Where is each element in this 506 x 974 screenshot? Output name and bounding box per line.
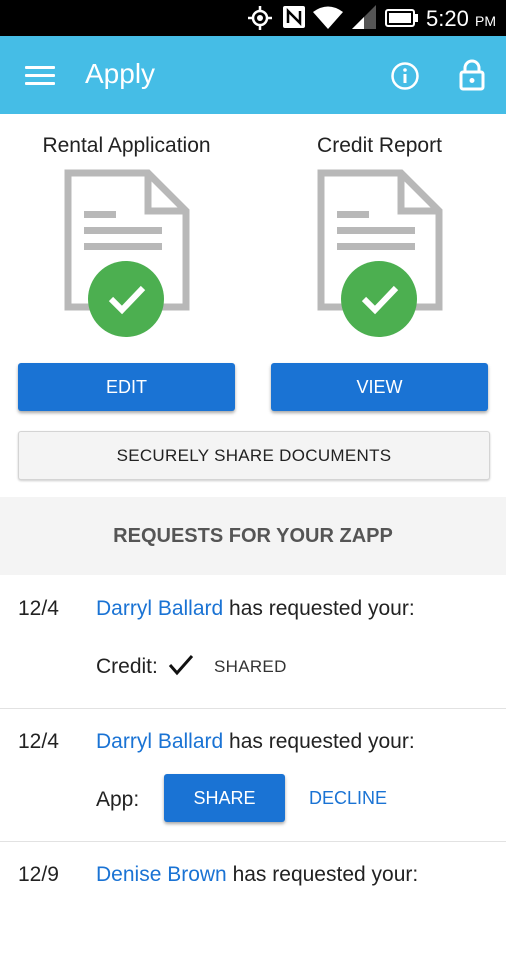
check-icon [168,655,194,676]
request-item: 12/4 Darryl Ballard has requested your: … [0,708,506,842]
view-button[interactable]: VIEW [271,363,488,411]
request-text: Darryl Ballard has requested your: [96,730,415,754]
doc-title: Credit Report [317,134,442,157]
request-item: 12/9 Denise Brown has requested your: [0,841,506,974]
info-icon[interactable] [390,61,420,91]
wifi-icon [313,6,343,29]
page-title: Apply [85,58,156,89]
signal-icon [352,5,376,29]
battery-icon [385,9,418,27]
app-bar: Apply [0,36,506,114]
check-circle-icon [341,261,417,337]
request-description: has requested your: [229,730,415,753]
check-circle-icon [88,261,164,337]
clock: 5:20 PM [426,6,496,31]
request-text: Denise Brown has requested your: [96,863,418,887]
lock-icon[interactable] [458,59,486,91]
requester-name-link[interactable]: Denise Brown [96,863,227,886]
requests-header: REQUESTS FOR YOUR ZAPP [0,497,506,575]
decline-button[interactable]: DECLINE [309,774,387,822]
request-date: 12/4 [18,730,59,753]
menu-icon[interactable] [25,66,55,86]
request-date: 12/4 [18,597,59,620]
requester-name-link[interactable]: Darryl Ballard [96,597,223,620]
request-type: Credit: [96,655,158,678]
securely-share-documents-button[interactable]: SECURELY SHARE DOCUMENTS [18,431,490,480]
request-date: 12/9 [18,863,59,886]
document-icon [317,169,443,337]
edit-button[interactable]: EDIT [18,363,235,411]
request-item: 12/4 Darryl Ballard has requested your: … [0,575,506,709]
status-bar: 5:20 PM [0,0,506,36]
request-description: has requested your: [229,597,415,620]
doc-title: Rental Application [42,134,211,157]
request-text: Darryl Ballard has requested your: [96,597,415,621]
rental-application-card: Rental Application [0,114,253,364]
location-icon [248,6,272,30]
request-description: has requested your: [232,863,419,886]
status-shared: SHARED [214,657,287,676]
nfc-icon [283,6,305,28]
share-button[interactable]: SHARE [164,774,285,822]
credit-report-card: Credit Report [253,114,506,364]
document-icon [64,169,190,337]
requester-name-link[interactable]: Darryl Ballard [96,730,223,753]
request-type: App: [96,788,140,811]
